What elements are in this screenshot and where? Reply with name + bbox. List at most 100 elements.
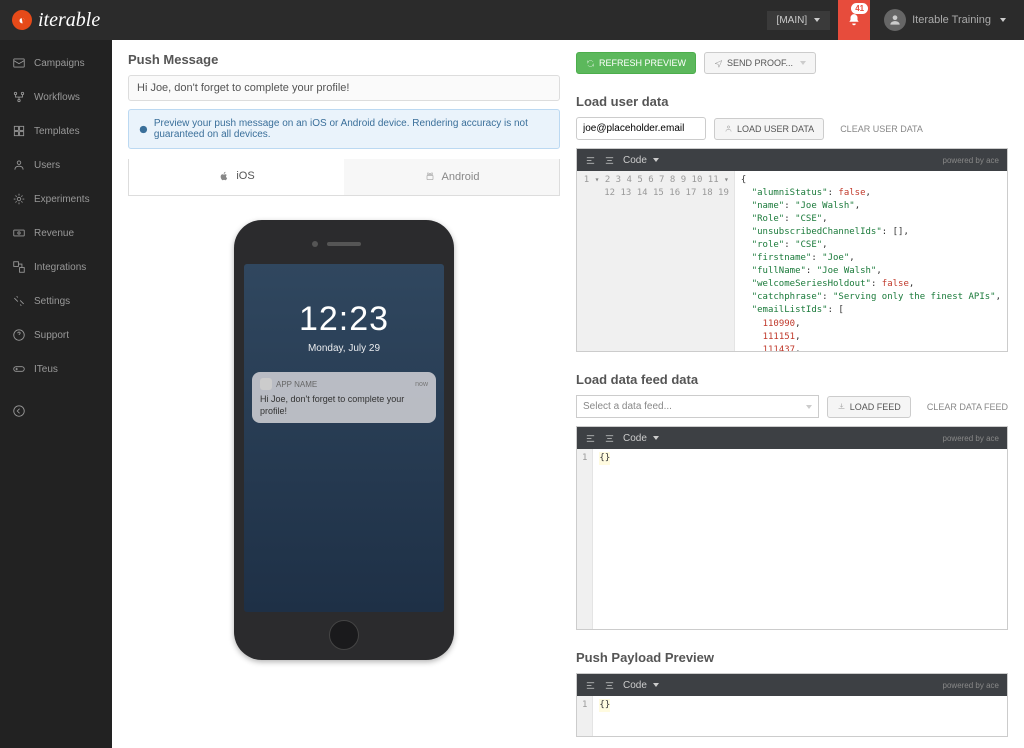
chevron-down-icon (800, 61, 806, 65)
code-mode-dropdown[interactable]: Code (623, 433, 659, 444)
phone-screen: 12:23 Monday, July 29 APP NAME now Hi Jo… (244, 264, 444, 612)
sidebar-item-revenue[interactable]: Revenue (0, 216, 112, 250)
android-icon (424, 170, 436, 184)
code-label: Code (623, 433, 647, 444)
align-left-icon[interactable] (585, 680, 596, 691)
users-icon (12, 158, 26, 172)
info-icon (139, 124, 148, 135)
sidebar-item-users[interactable]: Users (0, 148, 112, 182)
align-left-icon[interactable] (585, 433, 596, 444)
powered-by: powered by ace (943, 156, 999, 165)
sidebar-collapse-button[interactable] (0, 394, 112, 431)
clear-user-link[interactable]: CLEAR USER DATA (840, 124, 923, 134)
refresh-icon (586, 59, 595, 68)
notifications-button[interactable]: 41 (838, 0, 870, 40)
sidebar-item-settings[interactable]: Settings (0, 284, 112, 318)
clear-feed-link[interactable]: CLEAR DATA FEED (927, 402, 1008, 412)
tab-label: Android (442, 171, 480, 183)
user-name: Iterable Training (912, 14, 991, 26)
powered-by: powered by ace (943, 434, 999, 443)
tab-android[interactable]: Android (344, 159, 559, 195)
phone-mock: 12:23 Monday, July 29 APP NAME now Hi Jo… (234, 220, 454, 660)
integrations-icon (12, 260, 26, 274)
feed-code-editor[interactable]: 1 {} (577, 449, 1007, 629)
lock-time: 12:23 (244, 300, 444, 339)
code-mode-dropdown[interactable]: Code (623, 680, 659, 691)
phone-speaker-icon (327, 242, 361, 246)
button-label: REFRESH PREVIEW (599, 58, 686, 68)
powered-by: powered by ace (943, 681, 999, 690)
tab-label: iOS (236, 170, 254, 182)
sidebar-label: Workflows (34, 92, 80, 103)
chevron-down-icon (814, 18, 820, 22)
workflows-icon (12, 90, 26, 104)
phone-camera-icon (312, 241, 318, 247)
send-proof-button[interactable]: SEND PROOF... (704, 52, 816, 74)
tab-ios[interactable]: iOS (129, 159, 344, 195)
payload-title: Push Payload Preview (576, 650, 1008, 665)
sidebar-item-templates[interactable]: Templates (0, 114, 112, 148)
topbar: ◐ iterable [MAIN] 41 Iterable Training (0, 0, 1024, 40)
sidebar-label: Templates (34, 126, 80, 137)
sidebar-item-iteus[interactable]: ITeus (0, 352, 112, 386)
push-time: now (415, 381, 428, 388)
brand-text: iterable (38, 9, 100, 32)
sidebar-label: Experiments (34, 194, 90, 205)
align-center-icon[interactable] (604, 680, 615, 691)
button-label: LOAD USER DATA (737, 124, 814, 134)
feed-code-panel: Code powered by ace 1 {} (576, 426, 1008, 630)
sidebar-item-workflows[interactable]: Workflows (0, 80, 112, 114)
align-center-icon[interactable] (604, 155, 615, 166)
payload-code-editor[interactable]: 1 {} (577, 696, 1007, 736)
align-left-icon[interactable] (585, 155, 596, 166)
device-tabs: iOS Android (128, 159, 560, 196)
push-notification-card: APP NAME now Hi Joe, don't forget to com… (252, 372, 436, 423)
push-message-input[interactable] (128, 75, 560, 101)
align-center-icon[interactable] (604, 433, 615, 444)
code-line: {} (599, 452, 610, 465)
load-user-title: Load user data (576, 94, 1008, 109)
support-icon (12, 328, 26, 342)
code-line: {} (599, 699, 610, 712)
chevron-down-icon (806, 405, 812, 409)
sidebar-label: Settings (34, 296, 70, 307)
code-mode-dropdown[interactable]: Code (623, 155, 659, 166)
user-code-panel: Code powered by ace 1 ▾ 2 3 4 5 6 7 8 9 … (576, 148, 1008, 352)
user-email-input[interactable] (576, 117, 706, 140)
feed-placeholder: Select a data feed... (583, 401, 672, 412)
refresh-preview-button[interactable]: REFRESH PREVIEW (576, 52, 696, 74)
sidebar-item-campaigns[interactable]: Campaigns (0, 46, 112, 80)
project-name: [MAIN] (777, 15, 808, 26)
sidebar: Campaigns Workflows Templates Users Expe… (0, 40, 112, 748)
sidebar-item-experiments[interactable]: Experiments (0, 182, 112, 216)
home-button-icon (329, 620, 359, 650)
sidebar-label: Integrations (34, 262, 86, 273)
settings-icon (12, 294, 26, 308)
chevron-down-icon (1000, 18, 1006, 22)
notif-count-badge: 41 (851, 3, 868, 14)
chevron-down-icon (653, 436, 659, 440)
code-label: Code (623, 680, 647, 691)
sidebar-item-integrations[interactable]: Integrations (0, 250, 112, 284)
feed-select[interactable]: Select a data feed... (576, 395, 819, 418)
app-icon (260, 378, 272, 390)
chevron-down-icon (653, 158, 659, 162)
main-content: Push Message Preview your push message o… (112, 40, 1024, 748)
push-body: Hi Joe, don't forget to complete your pr… (260, 394, 428, 417)
user-menu[interactable]: Iterable Training (878, 9, 1012, 31)
chevron-down-icon (653, 683, 659, 687)
app-name: APP NAME (276, 380, 317, 389)
payload-code-panel: Code powered by ace 1 {} (576, 673, 1008, 737)
project-selector[interactable]: [MAIN] (767, 11, 831, 30)
button-label: SEND PROOF... (727, 58, 793, 68)
avatar (884, 9, 906, 31)
button-label: LOAD FEED (850, 402, 901, 412)
load-user-button[interactable]: LOAD USER DATA (714, 118, 824, 140)
sidebar-item-support[interactable]: Support (0, 318, 112, 352)
load-feed-button[interactable]: LOAD FEED (827, 396, 911, 418)
revenue-icon (12, 226, 26, 240)
experiments-icon (12, 192, 26, 206)
game-icon (12, 362, 26, 376)
logo[interactable]: ◐ iterable (12, 9, 100, 32)
user-code-editor[interactable]: 1 ▾ 2 3 4 5 6 7 8 9 10 11 ▾ 12 13 14 15 … (577, 171, 1007, 351)
